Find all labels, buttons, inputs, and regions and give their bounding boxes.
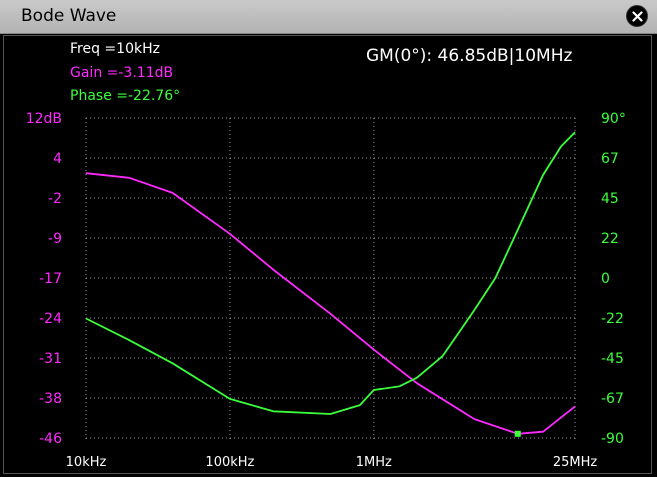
phase-axis-tick-label: -45 [601, 351, 624, 367]
x-axis-tick-label: 1MHz [356, 455, 392, 470]
phase-axis-tick-label: 0 [601, 271, 610, 287]
gain-axis-tick-label: -2 [48, 191, 62, 207]
phase-axis-tick-label: 90° [601, 111, 626, 127]
phase-series-line [85, 131, 576, 415]
phase-axis-tick-label: -90 [601, 431, 624, 447]
phase-axis-tick-label: -22 [601, 311, 624, 327]
gain-axis-tick-label: -46 [39, 431, 62, 447]
phase-axis-tick-label: 67 [601, 151, 619, 167]
freq-readout: Freq =10kHz [70, 41, 160, 57]
gain-readout: Gain =-3.11dB [70, 65, 174, 81]
x-axis-tick-label: 25MHz [553, 455, 598, 470]
x-axis-tick-label: 10kHz [66, 455, 107, 470]
phase-readout: Phase =-22.76° [70, 88, 181, 104]
phase-axis-tick-label: -67 [601, 391, 624, 407]
gain-axis-tick-label: -38 [39, 391, 62, 407]
gain-axis-tick-label: -17 [39, 271, 62, 287]
gain-axis-tick-label: -24 [39, 311, 62, 327]
x-axis-tick-label: 100kHz [205, 455, 254, 470]
phase-axis-tick-label: 22 [601, 231, 619, 247]
gain-series-line [85, 172, 576, 435]
gain-axis-tick-label: -31 [39, 351, 62, 367]
phase-axis-tick-label: 45 [601, 191, 619, 207]
gain-axis-tick-label: 4 [53, 151, 62, 167]
gain-margin-marker [514, 430, 521, 437]
gain-margin-readout: GM(0°): 46.85dB|10MHz [366, 46, 573, 66]
gain-axis-tick-label: -9 [48, 231, 62, 247]
bode-wave-window: Bode Wave 12dB 4 -2 -9 -17 -24 -31 -38 -46 90° 67 4… [0, 0, 657, 477]
gain-axis-tick-label: 12dB [26, 111, 62, 127]
